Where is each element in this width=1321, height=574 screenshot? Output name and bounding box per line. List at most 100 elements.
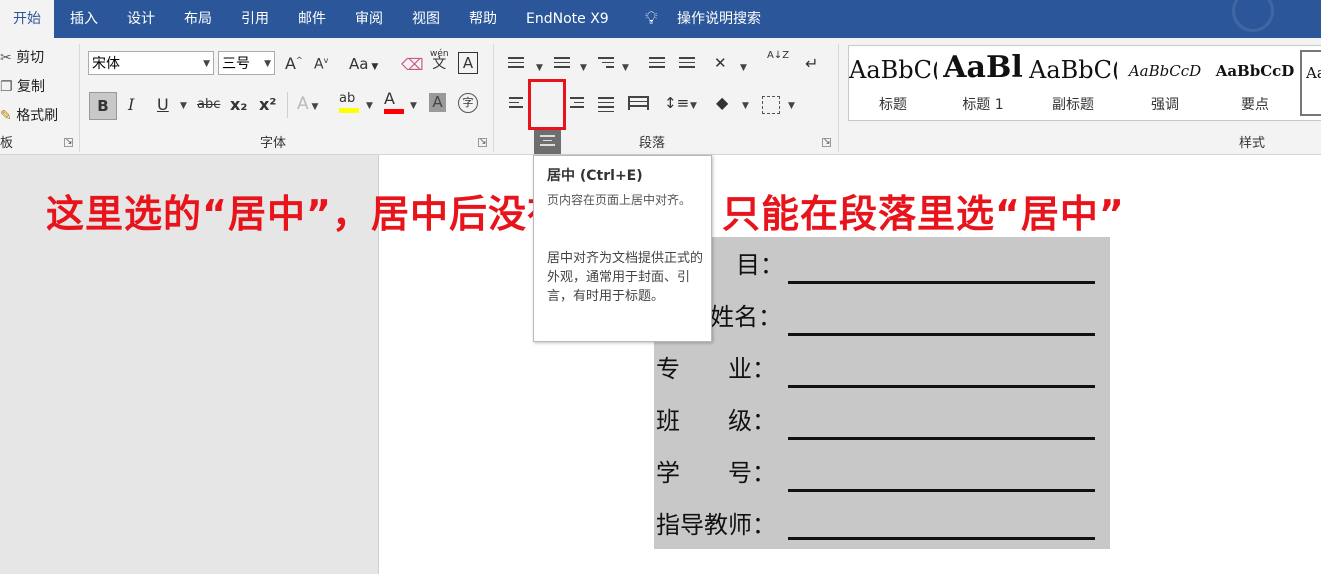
show-marks-icon[interactable]: ↵ — [805, 54, 818, 73]
form-underline — [788, 437, 1095, 440]
ribbon-tab-bar: 开始 插入 设计 布局 引用 邮件 审阅 视图 帮助 EndNote X9 💡︎… — [0, 0, 1321, 38]
font-size-combo[interactable]: 三号 ▼ — [218, 51, 275, 75]
form-label: 班 级： — [656, 407, 776, 435]
highlight-button[interactable]: ab — [339, 92, 359, 113]
line-spacing-icon[interactable]: ↕≡ — [664, 94, 689, 112]
justify-icon[interactable] — [598, 97, 614, 115]
phonetic-guide-button[interactable]: wén 文 — [430, 49, 449, 71]
superscript-button[interactable]: x² — [259, 95, 276, 114]
account-circle-icon — [1232, 0, 1274, 32]
decrease-indent-icon[interactable] — [649, 57, 665, 71]
align-right-icon[interactable] — [570, 97, 584, 111]
character-shading-button[interactable]: A — [429, 93, 446, 112]
borders-icon[interactable] — [762, 96, 780, 114]
format-painter-button[interactable]: ✎ 格式刷 — [0, 105, 58, 125]
shading-bucket-icon[interactable]: ◆ — [716, 93, 728, 112]
highlight-dropdown-icon[interactable]: ▼ — [366, 101, 373, 111]
bold-icon: B — [97, 97, 109, 115]
font-size-value: 三号 — [222, 56, 250, 72]
align-center-button[interactable] — [534, 129, 561, 154]
bold-button[interactable]: B — [89, 92, 117, 120]
form-label: 学 号： — [656, 459, 776, 487]
copy-button[interactable]: ❐ 复制 — [0, 76, 45, 96]
sort-icon: A↓Z — [767, 50, 790, 61]
style-strong-preview[interactable]: AaBbCcD — [1211, 62, 1299, 80]
multilevel-dropdown-icon[interactable]: ▼ — [622, 63, 629, 73]
form-underline — [788, 489, 1095, 492]
tab-insert[interactable]: 插入 — [70, 0, 98, 38]
font-color-dropdown-icon[interactable]: ▼ — [410, 101, 417, 111]
tab-review[interactable]: 审阅 — [355, 0, 383, 38]
align-left-icon[interactable] — [509, 97, 523, 111]
form-row: 目： — [654, 245, 1110, 285]
clipboard-launcher-icon[interactable]: ↘ — [64, 138, 73, 147]
cut-button[interactable]: ✂ 剪切 — [0, 47, 44, 67]
divider — [287, 92, 288, 118]
style-subtitle-preview[interactable]: AaBbC( — [1029, 56, 1117, 84]
tab-layout[interactable]: 布局 — [184, 0, 212, 38]
tell-me-search[interactable]: 操作说明搜索 — [677, 0, 761, 38]
grow-font-button[interactable]: A^ — [285, 54, 303, 73]
styles-gallery: AaBbC( 标题 AaBl 标题 1 AaBbC( 副标题 AaBbCcD 强… — [848, 45, 1321, 121]
sort-button[interactable]: A↓Z — [767, 50, 789, 61]
distributed-icon[interactable] — [628, 96, 649, 110]
underline-dropdown-icon[interactable]: ▼ — [180, 101, 187, 111]
form-label: 专 业： — [656, 355, 776, 383]
numbering-icon[interactable] — [554, 57, 570, 71]
underline-button[interactable]: U — [157, 95, 169, 114]
font-color-button[interactable]: A — [384, 90, 404, 114]
shading-dropdown-icon[interactable]: ▼ — [742, 101, 749, 111]
clear-formatting-icon[interactable]: ⌫ — [401, 55, 424, 74]
form-row: 指导教师： — [654, 505, 1110, 545]
style-emphasis-name: 强调 — [1151, 97, 1179, 113]
style-heading1-preview[interactable]: AaBl — [939, 50, 1027, 85]
chinese-layout-dropdown-icon[interactable]: ▼ — [740, 63, 747, 73]
subscript-icon: x₂ — [230, 95, 248, 114]
borders-dropdown-icon[interactable]: ▼ — [788, 101, 795, 111]
font-name-combo[interactable]: 宋体 ▼ — [88, 51, 214, 75]
italic-button[interactable]: I — [128, 95, 134, 114]
shrink-font-icon: A — [314, 56, 324, 73]
style-heading1-name: 标题 1 — [962, 97, 1004, 113]
tooltip-partial-text: 页内容在页面上居中对齐。 — [547, 193, 692, 207]
scissors-icon: ✂ — [0, 50, 12, 66]
copy-label: 复制 — [17, 79, 46, 95]
shrink-font-button[interactable]: Av — [314, 56, 328, 73]
tab-mailings[interactable]: 邮件 — [298, 0, 326, 38]
grow-font-icon: A — [285, 54, 296, 73]
form-row: 班 级： — [654, 401, 1110, 441]
text-effects-button[interactable]: A ▼ — [297, 94, 318, 114]
style-emphasis-preview[interactable]: AaBbCcD — [1121, 62, 1209, 80]
increase-indent-icon[interactable] — [679, 57, 695, 71]
bullets-icon[interactable] — [508, 57, 524, 71]
tab-view[interactable]: 视图 — [412, 0, 440, 38]
bullets-dropdown-icon[interactable]: ▼ — [536, 63, 543, 73]
tab-home[interactable]: 开始 — [0, 0, 54, 38]
chinese-layout-icon[interactable]: ✕ — [714, 54, 727, 72]
tab-help[interactable]: 帮助 — [469, 0, 497, 38]
style-normal-tile[interactable]: Aa — [1300, 50, 1321, 116]
form-label: 目： — [736, 251, 784, 279]
strikethrough-button[interactable]: abc — [197, 97, 220, 112]
line-spacing-dropdown-icon[interactable]: ▼ — [690, 101, 697, 111]
character-border-button[interactable]: A — [458, 52, 478, 74]
tab-references[interactable]: 引用 — [241, 0, 269, 38]
styles-group-label: 样式 — [1239, 136, 1266, 151]
lightbulb-icon[interactable]: 💡︎ — [645, 0, 658, 38]
underline-icon: U — [157, 95, 169, 114]
tooltip-description: 居中对齐为文档提供正式的外观，通常用于封面、引言，有时用于标题。 — [547, 251, 704, 304]
numbering-dropdown-icon[interactable]: ▼ — [580, 63, 587, 73]
font-launcher-icon[interactable]: ↘ — [478, 138, 487, 147]
paragraph-launcher-icon[interactable]: ↘ — [822, 138, 831, 147]
style-normal-preview: Aa — [1306, 64, 1321, 82]
change-case-button[interactable]: Aa ▼ — [349, 55, 378, 73]
cover-info-block[interactable]: 目： 姓名： 专 业： 班 级： 学 号： 指导教师： — [654, 237, 1110, 549]
style-title-preview[interactable]: AaBbC( — [849, 56, 937, 84]
strikethrough-icon: abc — [197, 97, 221, 112]
multilevel-list-icon[interactable] — [598, 57, 614, 71]
subscript-button[interactable]: x₂ — [230, 95, 247, 114]
align-center-icon — [540, 135, 555, 149]
tab-design[interactable]: 设计 — [127, 0, 155, 38]
tab-endnote[interactable]: EndNote X9 — [526, 0, 609, 38]
enclose-characters-button[interactable]: 字 — [458, 93, 478, 113]
